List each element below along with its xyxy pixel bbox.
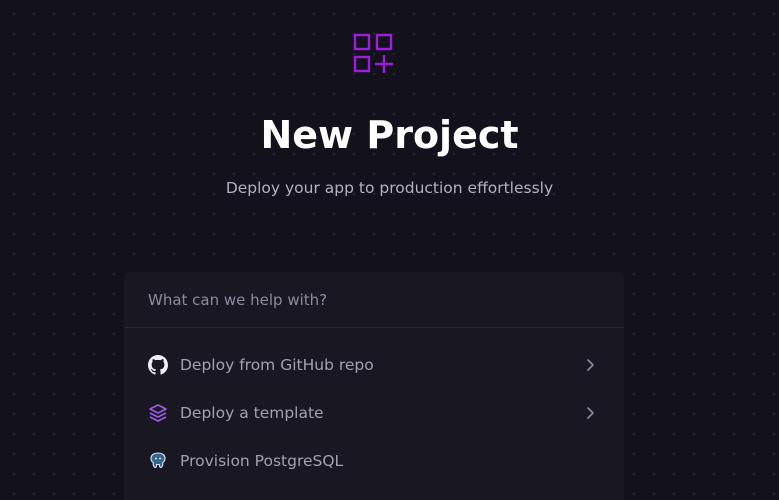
option-provision-postgresql[interactable]: Provision PostgreSQL	[124, 437, 624, 485]
new-project-card: Deploy from GitHub repo Deploy a templat…	[124, 272, 624, 500]
option-label: Deploy a template	[180, 404, 324, 422]
search-row	[124, 272, 624, 328]
chevron-right-icon	[584, 406, 596, 420]
option-deploy-github[interactable]: Deploy from GitHub repo	[124, 341, 624, 389]
new-project-logo-icon	[353, 33, 393, 73]
option-list: Deploy from GitHub repo Deploy a templat…	[124, 328, 624, 485]
search-input[interactable]	[148, 290, 588, 309]
option-deploy-template[interactable]: Deploy a template	[124, 389, 624, 437]
postgresql-icon	[148, 451, 168, 471]
page-subtitle: Deploy your app to production effortless…	[225, 179, 554, 197]
option-label: Deploy from GitHub repo	[180, 356, 374, 374]
layers-icon	[148, 403, 168, 423]
page-title: New Project	[260, 113, 519, 157]
github-icon	[148, 355, 168, 375]
chevron-right-icon	[584, 358, 596, 372]
option-label: Provision PostgreSQL	[180, 452, 344, 470]
